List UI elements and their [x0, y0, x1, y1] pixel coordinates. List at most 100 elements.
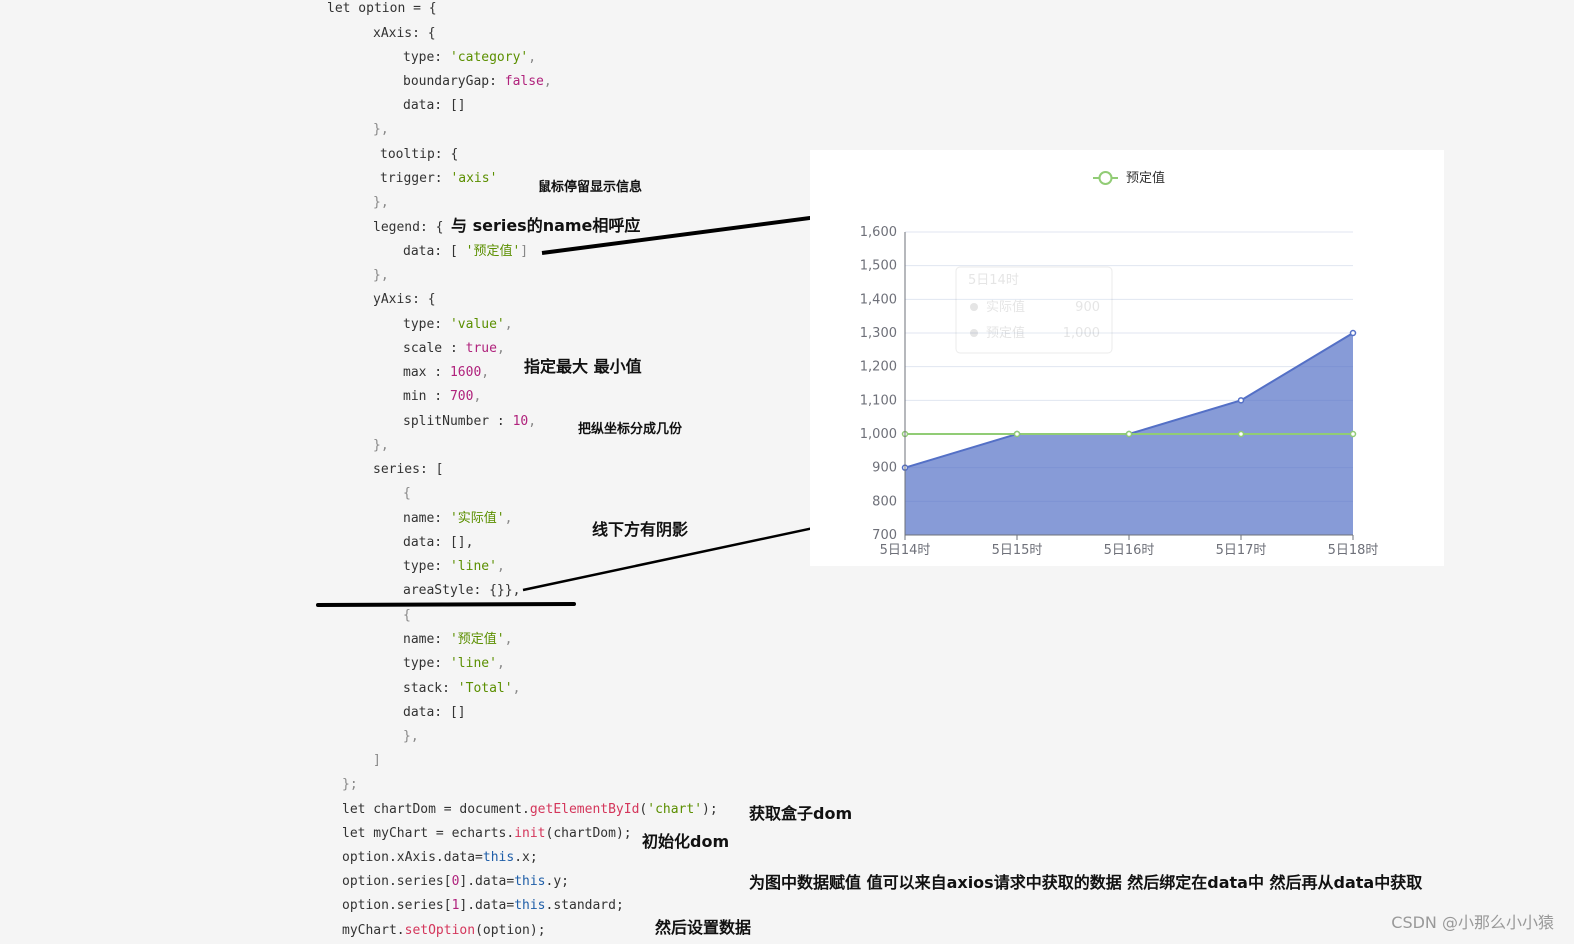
y-tick-label: 900 [872, 461, 897, 476]
code-line: { [403, 486, 411, 502]
code-token: ] [373, 753, 381, 768]
code-token: .y; [545, 874, 569, 889]
data-point-actual [1349, 329, 1357, 337]
code-token: , [528, 50, 537, 65]
code-token: splitNumber : [403, 414, 513, 429]
code-token: stack: [403, 681, 458, 696]
code-token: 'category' [449, 50, 529, 65]
note-tooltip: 鼠标停留显示信息 [538, 180, 643, 195]
ghost-tooltip: 5日14时实际值 900 预定值 1,000 [955, 266, 1113, 354]
code-token: xAxis: { [373, 26, 436, 41]
code-token: , [496, 341, 505, 356]
code-token: }, [373, 195, 389, 210]
note-legend: 与 series的name相呼应 [451, 216, 641, 235]
code-token: ); [702, 802, 718, 817]
code-token: option.series[ [342, 874, 452, 889]
code-line: min : 700, [403, 389, 481, 405]
note-setoption: 然后设置数据 [655, 918, 752, 937]
code-token: ] [520, 244, 529, 259]
code-token: option.series[ [342, 898, 452, 913]
note-assign: 为图中数据赋值 值可以来自axios请求中获取的数据 然后绑定在data中 然后… [749, 873, 1423, 892]
code-token: type: [403, 656, 450, 671]
code-line: }, [373, 195, 389, 211]
ghost-tooltip-title: 5日14时 [968, 273, 1019, 288]
note-split: 把纵坐标分成几份 [578, 422, 683, 437]
legend-circle-icon [1098, 171, 1113, 185]
code-token: ].data= [459, 898, 515, 913]
code-token: boundaryGap: [403, 74, 505, 89]
line-area-chart: 700 800 900 1,000 1,100 1,200 1,300 1,400 1,500 1… [860, 170, 1379, 558]
code-token: { [403, 486, 411, 501]
data-point-standard [1125, 430, 1133, 438]
code-line: option.xAxis.data=this.x; [342, 850, 538, 866]
code-token: type: [403, 317, 450, 332]
code-token: setOption [404, 923, 476, 938]
code-token: 700 [449, 389, 474, 404]
code-line: option.series[1].data=this.standard; [342, 898, 624, 914]
code-line: type: 'category', [403, 50, 536, 66]
code-token: , [496, 656, 505, 671]
y-tick-label: 1,200 [860, 360, 897, 375]
code-line: series: [ [373, 462, 443, 478]
code-token: this [514, 874, 546, 889]
code-token: '预定值' [449, 632, 505, 647]
code-token: ].data= [459, 874, 515, 889]
ghost-tooltip-value: 1,000 [1063, 326, 1100, 341]
y-tick-label: 1,500 [860, 259, 897, 274]
code-token: , [504, 632, 513, 647]
code-token: 'Total' [457, 681, 513, 696]
code-line: max : 1600, [403, 365, 489, 381]
code-token: }, [373, 438, 389, 453]
code-token: 'chart' [647, 802, 703, 817]
code-token: this [514, 898, 546, 913]
y-tick-label: 1,100 [860, 393, 897, 408]
code-token: false [504, 74, 544, 89]
code-token: series: [ [373, 462, 444, 477]
code-token: , [543, 74, 552, 89]
code-token: areaStyle: {}}, [403, 583, 521, 598]
data-point-standard [1237, 430, 1245, 438]
code-token: data: [] [403, 705, 466, 720]
code-line: name: '实际值', [403, 511, 512, 527]
x-tick-label: 5日18时 [1328, 543, 1379, 558]
code-token: 'axis' [450, 171, 498, 186]
code-token: scale : [403, 341, 466, 356]
y-tick-label: 1,400 [860, 292, 897, 307]
code-token: data: [] [403, 98, 466, 113]
y-tick-label: 700 [872, 528, 897, 543]
code-line: scale : true, [403, 341, 505, 357]
code-token: '预定值' [465, 244, 521, 259]
code-token: , [504, 511, 513, 526]
code-line: tooltip: { [380, 147, 458, 163]
code-token: (option); [475, 923, 546, 938]
code-token: tooltip: { [380, 147, 459, 162]
ghost-tooltip-value: 900 [1075, 300, 1100, 315]
code-line: data: [] [403, 705, 466, 721]
code-token: }, [373, 122, 389, 137]
code-token: data: [], [403, 535, 474, 550]
code-token: .x; [514, 850, 538, 865]
code-token: { [403, 608, 411, 623]
code-line: let myChart = echarts.init(chartDom); [342, 826, 632, 842]
legend-label: 预定值 [1126, 170, 1165, 186]
code-token: option.xAxis.data= [342, 850, 483, 865]
code-line: }, [373, 268, 389, 284]
code-token: let option = { [327, 1, 437, 16]
code-token: 'line' [449, 559, 497, 574]
x-tick-label: 5日15时 [992, 543, 1043, 558]
code-line: trigger: 'axis' [380, 171, 497, 187]
underline-stroke [316, 602, 576, 607]
ghost-tooltip-name: 实际值 [986, 299, 1025, 315]
code-token: 'value' [449, 317, 505, 332]
code-line: }, [373, 122, 389, 138]
code-token: type: [403, 559, 450, 574]
ghost-tooltip-dot [970, 329, 978, 337]
code-token: let myChart = echarts. [342, 826, 515, 841]
code-line: xAxis: { [373, 26, 436, 42]
code-line: boundaryGap: false, [403, 74, 552, 90]
code-token: name: [403, 511, 450, 526]
code-line: data: [], [403, 535, 473, 551]
code-token: let chartDom = document. [342, 802, 530, 817]
code-token: yAxis: { [373, 292, 436, 307]
code-token: init [514, 826, 546, 841]
